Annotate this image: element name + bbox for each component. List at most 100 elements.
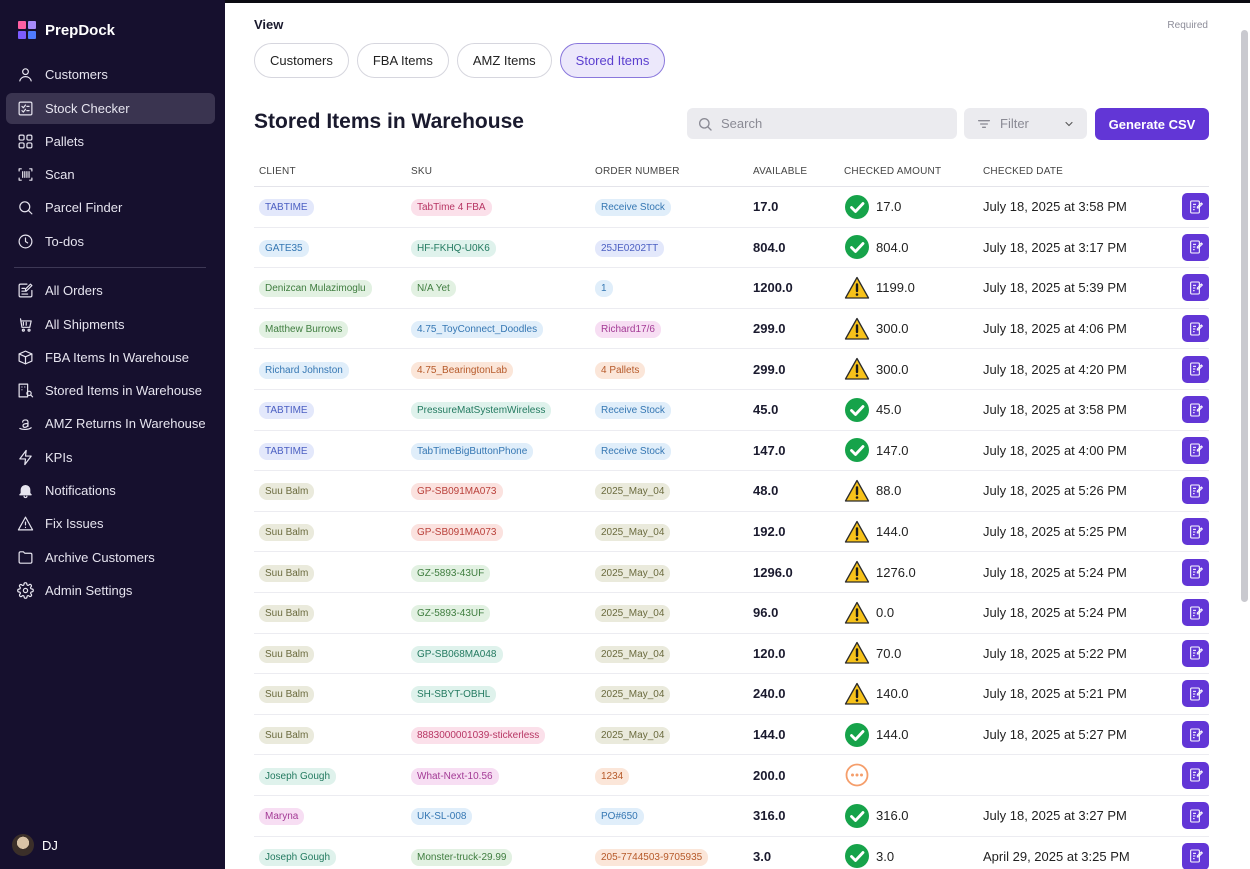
sku-badge[interactable]: UK-SL-008 [411,808,473,826]
order-number-badge[interactable]: 205-7744503-9705935 [595,848,709,866]
table-row[interactable]: Matthew Burrows 4.75_ToyConnect_Doodles Ri… [254,309,1209,350]
tab-amz-items[interactable]: AMZ Items [456,43,552,78]
edit-record-button[interactable] [1182,477,1209,505]
sidebar-item-fix-issues[interactable]: Fix Issues [6,508,215,539]
table-row[interactable]: TABTIME TabTime 4 FBA Receive Stock 17.0 17.… [254,187,1209,228]
table-row[interactable]: Suu Balm GP-SB068MA048 2025_May_04 120.0 70.… [254,634,1209,675]
client-badge[interactable]: Denizcan Mulazimoglu [259,280,372,298]
edit-record-button[interactable] [1182,518,1209,546]
sidebar-item-stock-checker[interactable]: Stock Checker [6,93,215,124]
sku-badge[interactable]: GZ-5893-43UF [411,564,491,582]
table-row[interactable]: Joseph Gough What-Next-10.56 1234 200.0 [254,755,1209,796]
table-row[interactable]: Richard Johnston 4.75_BearingtonLab 4 Pall… [254,349,1209,390]
sku-badge[interactable]: TabTimeBigButtonPhone [411,442,534,460]
client-badge[interactable]: Maryna [259,808,305,826]
client-badge[interactable]: Suu Balm [259,524,315,542]
sidebar-item-pallets[interactable]: Pallets [6,126,215,157]
edit-record-button[interactable] [1182,639,1209,667]
client-badge[interactable]: Suu Balm [259,645,315,663]
table-row[interactable]: TABTIME PressureMatSystemWireless Receive … [254,390,1209,431]
table-row[interactable]: Maryna UK-SL-008 PO#650 316.0 316.0 July 18, … [254,796,1209,837]
edit-record-button[interactable] [1182,396,1209,424]
filter-dropdown[interactable]: Filter [964,108,1087,139]
order-number-badge[interactable]: 2025_May_04 [595,524,671,542]
sku-badge[interactable]: What-Next-10.56 [411,767,499,785]
order-number-badge[interactable]: 2025_May_04 [595,686,671,704]
order-number-badge[interactable]: Receive Stock [595,442,671,460]
edit-record-button[interactable] [1182,233,1209,261]
order-number-badge[interactable]: 2025_May_04 [595,605,671,623]
client-badge[interactable]: Joseph Gough [259,767,337,785]
sku-badge[interactable]: GP-SB091MA073 [411,524,503,542]
tab-customers[interactable]: Customers [254,43,349,78]
edit-record-button[interactable] [1182,721,1209,749]
table-row[interactable]: Suu Balm GP-SB091MA073 2025_May_04 48.0 88.0… [254,471,1209,512]
sidebar-item-archive-customers[interactable]: Archive Customers [6,542,215,573]
sku-badge[interactable]: N/A Yet [411,280,456,298]
sku-badge[interactable]: GP-SB091MA073 [411,483,503,501]
edit-record-button[interactable] [1182,842,1209,869]
column-header-sku[interactable]: SKU [411,166,595,177]
order-number-badge[interactable]: 2025_May_04 [595,483,671,501]
search-box[interactable] [687,108,957,139]
client-badge[interactable]: Matthew Burrows [259,321,349,339]
client-badge[interactable]: Suu Balm [259,483,315,501]
edit-record-button[interactable] [1182,436,1209,464]
order-number-badge[interactable]: Receive Stock [595,402,671,420]
column-header-available[interactable]: AVAILABLE [753,166,844,177]
table-row[interactable]: TABTIME TabTimeBigButtonPhone Receive Stoc… [254,431,1209,472]
sku-badge[interactable]: 4.75_BearingtonLab [411,361,514,379]
client-badge[interactable]: Joseph Gough [259,848,337,866]
sidebar-item-all-orders[interactable]: All Orders [6,275,215,306]
edit-record-button[interactable] [1182,680,1209,708]
table-row[interactable]: GATE35 HF-FKHQ-U0K6 25JE0202TT 804.0 804.0 Ju… [254,228,1209,269]
order-number-badge[interactable]: 1 [595,280,613,298]
order-number-badge[interactable]: PO#650 [595,808,644,826]
sidebar-item-amz-returns-in-warehouse[interactable]: AMZ Returns In Warehouse [6,408,215,439]
edit-record-button[interactable] [1182,355,1209,383]
sidebar-item-scan[interactable]: Scan [6,159,215,190]
sku-badge[interactable]: PressureMatSystemWireless [411,402,552,420]
user-profile[interactable]: DJ [12,834,58,856]
client-badge[interactable]: Suu Balm [259,686,315,704]
client-badge[interactable]: TABTIME [259,442,314,460]
sidebar-item-parcel-finder[interactable]: Parcel Finder [6,192,215,223]
client-badge[interactable]: Suu Balm [259,564,315,582]
edit-record-button[interactable] [1182,315,1209,343]
sku-badge[interactable]: HF-FKHQ-U0K6 [411,239,496,257]
sku-badge[interactable]: TabTime 4 FBA [411,199,492,217]
edit-record-button[interactable] [1182,802,1209,830]
table-row[interactable]: Suu Balm GZ-5893-43UF 2025_May_04 1296.0 127… [254,552,1209,593]
sidebar-item-to-dos[interactable]: To-dos [6,226,215,257]
order-number-badge[interactable]: 25JE0202TT [595,239,665,257]
order-number-badge[interactable]: 4 Pallets [595,361,646,379]
sidebar-item-all-shipments[interactable]: All Shipments [6,309,215,340]
tab-fba-items[interactable]: FBA Items [356,43,449,78]
generate-csv-button[interactable]: Generate CSV [1095,108,1209,140]
sidebar-item-stored-items-in-warehouse[interactable]: Stored Items in Warehouse [6,375,215,406]
column-header-checked-date[interactable]: CHECKED DATE [983,166,1169,177]
sidebar-item-notifications[interactable]: Notifications [6,475,215,506]
edit-record-button[interactable] [1182,761,1209,789]
sku-badge[interactable]: 4.75_ToyConnect_Doodles [411,321,544,339]
table-row[interactable]: Suu Balm 8883000001039-stickerless 2025_Ma… [254,715,1209,756]
sidebar-item-fba-items-in-warehouse[interactable]: FBA Items In Warehouse [6,342,215,373]
search-input[interactable] [721,116,941,131]
sku-badge[interactable]: Monster-truck-29.99 [411,848,513,866]
tab-stored-items[interactable]: Stored Items [559,43,666,78]
order-number-badge[interactable]: 2025_May_04 [595,727,671,745]
sku-badge[interactable]: GP-SB068MA048 [411,645,503,663]
column-header-client[interactable]: CLIENT [254,166,411,177]
column-header-order-number[interactable]: ORDER NUMBER [595,166,753,177]
table-row[interactable]: Suu Balm GP-SB091MA073 2025_May_04 192.0 144… [254,512,1209,553]
scrollbar[interactable] [1241,30,1248,602]
sidebar-item-customers[interactable]: Customers [6,59,215,90]
client-badge[interactable]: TABTIME [259,199,314,217]
sku-badge[interactable]: 8883000001039-stickerless [411,727,546,745]
client-badge[interactable]: Suu Balm [259,727,315,745]
sidebar-item-kpis[interactable]: KPIs [6,442,215,473]
sidebar-item-admin-settings[interactable]: Admin Settings [6,575,215,606]
order-number-badge[interactable]: 1234 [595,767,630,785]
client-badge[interactable]: GATE35 [259,239,309,257]
order-number-badge[interactable]: Richard17/6 [595,321,661,339]
